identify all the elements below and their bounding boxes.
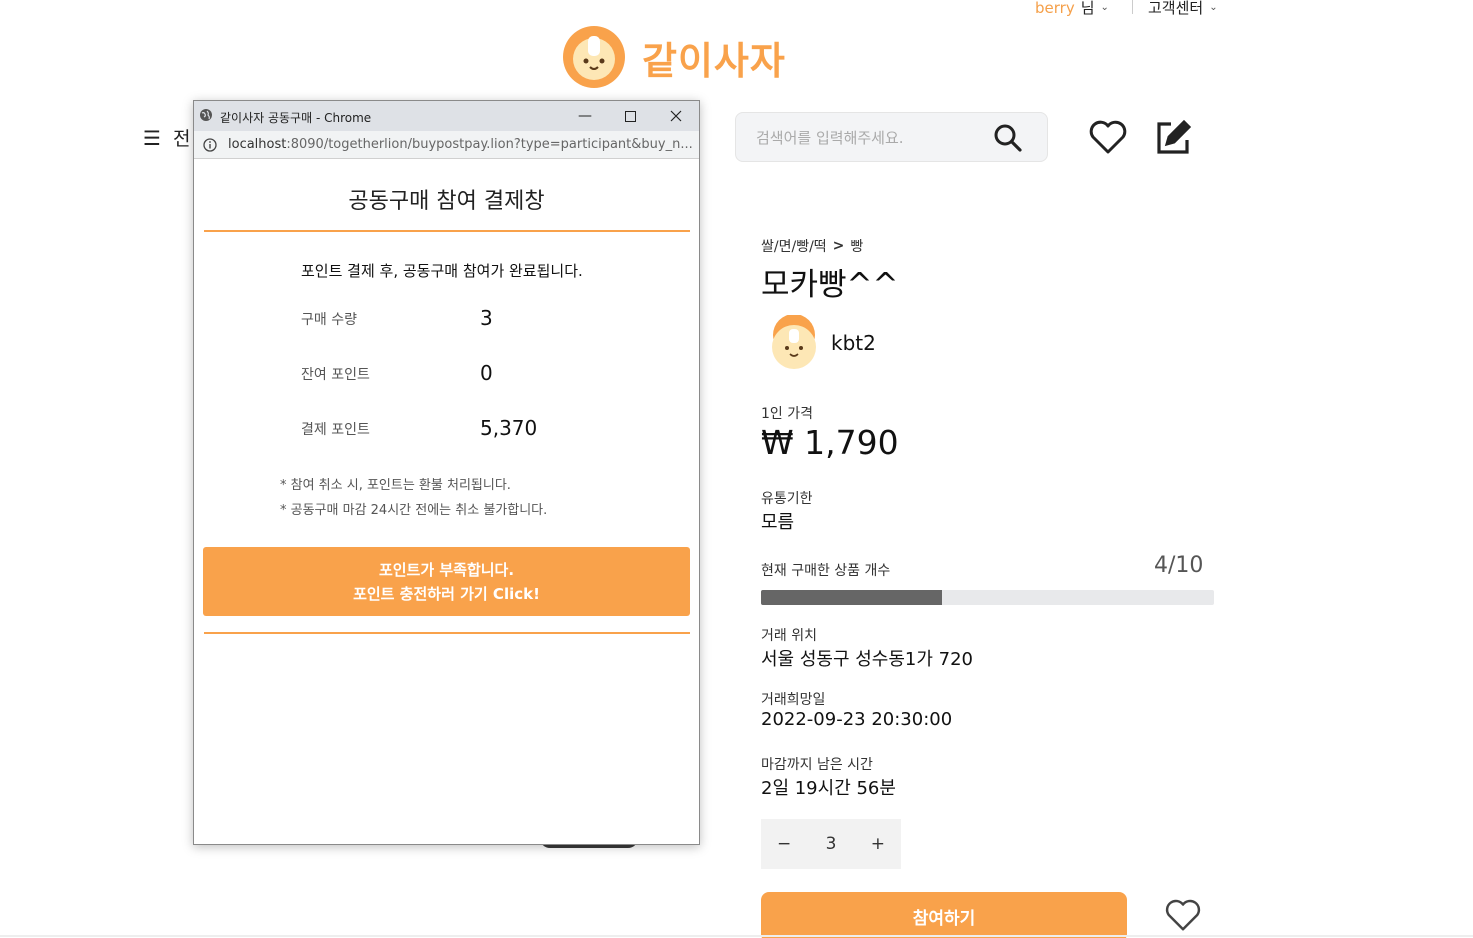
join-button[interactable]: 참여하기 xyxy=(761,892,1127,938)
customer-center-menu[interactable]: 고객센터 ⌄ xyxy=(1148,0,1218,18)
location-value: 서울 성동구 성수동1가 720 xyxy=(761,649,974,670)
edit-icon[interactable] xyxy=(1153,118,1193,158)
divider xyxy=(204,632,690,634)
cancel-note: * 공동구매 마감 24시간 전에는 취소 불가합니다. xyxy=(280,503,548,518)
progress-fill xyxy=(761,590,943,605)
charge-button-line2: 포인트 충전하러 가기 Click! xyxy=(353,585,540,603)
info-icon[interactable] xyxy=(203,138,217,152)
address-bar[interactable]: localhost:8090/togetherlion/buypostpay.l… xyxy=(194,131,699,159)
payment-notice: 포인트 결제 후, 공동구매 참여가 완료됩니다. xyxy=(301,262,583,280)
quantity-minus-button[interactable]: − xyxy=(777,834,791,854)
menu-icon[interactable]: ☰ xyxy=(143,126,161,150)
user-name: berry xyxy=(1035,0,1075,17)
chevron-down-icon: ⌄ xyxy=(1209,2,1218,13)
divider xyxy=(0,935,1473,937)
globe-icon xyxy=(200,109,212,121)
divider xyxy=(204,230,690,232)
breadcrumb-arrow-icon: > xyxy=(832,238,845,254)
chevron-down-icon: ⌄ xyxy=(1100,2,1109,13)
price-value: ₩ 1,790 xyxy=(761,423,899,462)
url-path: :8090/togetherlion/buypostpay.lion?type=… xyxy=(286,137,693,152)
window-title: 같이사자 공동구매 - Chrome xyxy=(220,111,372,125)
trade-date-label: 거래희망일 xyxy=(761,692,826,708)
remaining-points-value: 0 xyxy=(480,361,493,385)
search-placeholder: 검색어를 입력해주세요. xyxy=(756,129,904,147)
product-title: 모카빵^^ xyxy=(761,267,899,303)
remaining-points-label: 잔여 포인트 xyxy=(301,367,370,383)
purchase-quantity-value: 3 xyxy=(480,306,493,330)
divider xyxy=(1132,0,1133,14)
purchase-progress-bar xyxy=(761,590,1214,605)
price-label: 1인 가격 xyxy=(761,406,813,422)
url-text: localhost:8090/togetherlion/buypostpay.l… xyxy=(228,137,693,152)
expiry-label: 유통기한 xyxy=(761,491,813,507)
purchase-count-value: 4/10 xyxy=(1154,553,1204,578)
seller-name[interactable]: kbt2 xyxy=(831,331,876,355)
site-logo[interactable]: 같이사자 xyxy=(560,24,786,90)
payment-points-label: 결제 포인트 xyxy=(301,422,370,438)
trade-date-value: 2022-09-23 20:30:00 xyxy=(761,709,953,730)
window-titlebar[interactable]: 같이사자 공동구매 - Chrome — xyxy=(194,101,699,131)
purchase-quantity-label: 구매 수량 xyxy=(301,312,357,328)
user-menu[interactable]: berry 님 ⌄ xyxy=(1035,0,1109,18)
user-suffix: 님 xyxy=(1080,0,1095,17)
charge-button-line1: 포인트가 부족합니다. xyxy=(378,561,515,579)
logo-text: 같이사자 xyxy=(642,38,786,83)
search-input[interactable]: 검색어를 입력해주세요. xyxy=(735,112,1048,162)
maximize-icon[interactable] xyxy=(619,105,641,127)
location-label: 거래 위치 xyxy=(761,628,817,644)
lion-logo-icon xyxy=(563,26,625,88)
heart-icon[interactable] xyxy=(1088,118,1128,156)
purchase-count-label: 현재 구매한 상품 개수 xyxy=(761,563,891,579)
avatar xyxy=(772,315,816,369)
customer-center-label: 고객센터 xyxy=(1148,0,1204,17)
charge-points-button[interactable]: 포인트가 부족합니다. 포인트 충전하러 가기 Click! xyxy=(203,547,690,616)
remaining-time-label: 마감까지 남은 시간 xyxy=(761,757,873,773)
heart-icon[interactable] xyxy=(1164,897,1202,933)
search-icon[interactable] xyxy=(993,123,1023,153)
remaining-time-value: 2일 19시간 56분 xyxy=(761,778,896,799)
quantity-plus-button[interactable]: + xyxy=(871,834,885,854)
category-sub[interactable]: 빵 xyxy=(850,236,863,256)
expiry-value: 모름 xyxy=(761,512,795,533)
payment-points-value: 5,370 xyxy=(480,416,538,440)
quantity-value: 3 xyxy=(825,834,837,854)
url-host: localhost xyxy=(228,137,287,152)
breadcrumb: 쌀/면/빵/떡 > 빵 xyxy=(761,236,863,256)
close-icon[interactable] xyxy=(665,105,687,127)
menu-label[interactable]: 전 xyxy=(173,124,190,151)
quantity-stepper: − 3 + xyxy=(761,819,901,869)
popup-heading: 공동구매 참여 결제창 xyxy=(348,189,545,214)
minimize-icon[interactable]: — xyxy=(574,105,596,127)
payment-popup-window: 같이사자 공동구매 - Chrome — localhost:8090/toge… xyxy=(193,100,700,845)
refund-note: * 참여 취소 시, 포인트는 환불 처리됩니다. xyxy=(280,478,511,493)
category-main[interactable]: 쌀/면/빵/떡 xyxy=(761,236,827,256)
